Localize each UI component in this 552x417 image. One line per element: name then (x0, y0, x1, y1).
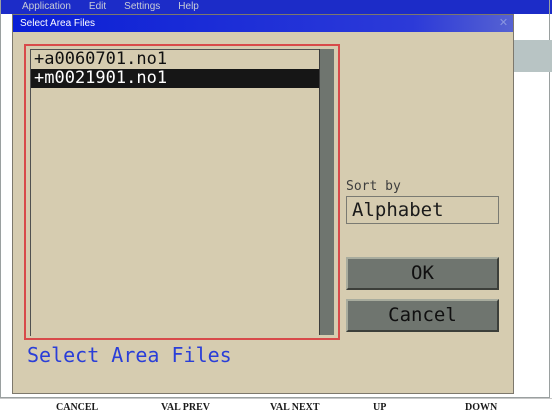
softkey-val-prev[interactable]: VAL PREV (161, 402, 210, 413)
softkey-cancel[interactable]: CANCEL (56, 402, 98, 413)
ok-button[interactable]: OK (346, 257, 499, 290)
softkey-val-next[interactable]: VAL NEXT (270, 402, 320, 413)
sort-by-label: Sort by (346, 179, 401, 194)
select-area-files-dialog: Select Area Files ✕ +a0060701.no1 +m0021… (12, 14, 514, 394)
softkey-bar: CANCEL VAL PREV VAL NEXT UP DOWN (0, 398, 552, 417)
softkey-down[interactable]: DOWN (465, 402, 497, 413)
softkey-up[interactable]: UP (373, 402, 386, 413)
dialog-title: Select Area Files (20, 18, 96, 29)
background-panel (514, 40, 552, 72)
list-scrollbar[interactable] (319, 49, 334, 335)
dialog-status-label: Select Area Files (27, 343, 232, 367)
file-list: +a0060701.no1 +m0021901.no1 (30, 49, 319, 336)
list-item-selected[interactable]: +m0021901.no1 (31, 69, 319, 88)
list-item[interactable]: +a0060701.no1 (31, 50, 319, 69)
sort-by-field[interactable]: Alphabet (346, 196, 499, 224)
cancel-button[interactable]: Cancel (346, 299, 499, 332)
close-icon[interactable]: ✕ (497, 17, 510, 30)
file-listbox[interactable]: +a0060701.no1 +m0021901.no1 (24, 44, 340, 340)
dialog-titlebar[interactable]: Select Area Files (13, 15, 513, 32)
